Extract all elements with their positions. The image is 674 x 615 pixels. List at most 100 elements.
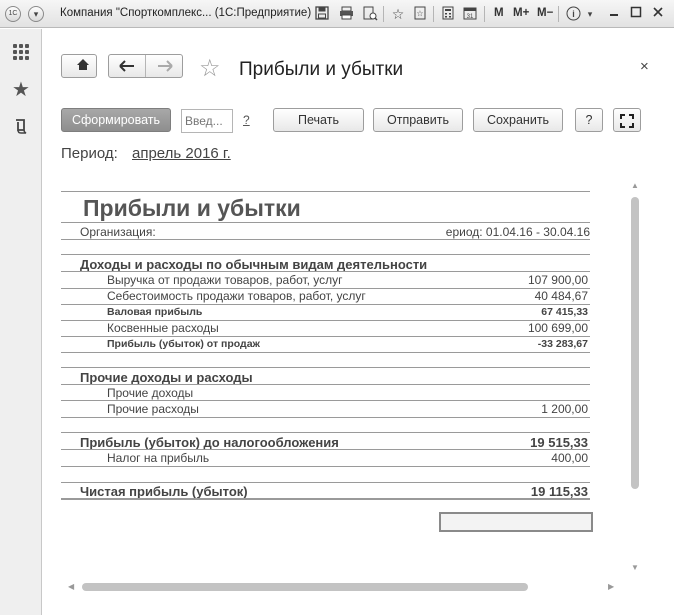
back-button[interactable] <box>109 55 146 77</box>
close-icon[interactable]: × <box>640 58 649 75</box>
section-heading: Доходы и расходы по обычным видам деятел… <box>80 257 428 272</box>
bookmark-icon[interactable]: ☆ <box>412 6 428 22</box>
section-heading: Прочие доходы и расходы <box>80 370 253 385</box>
table-row-value: 100 699,00 <box>527 321 588 335</box>
cell-summary-field[interactable] <box>439 512 593 532</box>
report-period-text: ериод: 01.04.16 - 30.04.16 <box>445 225 590 239</box>
table-row-label: Налог на прибыль <box>107 451 210 465</box>
scroll-down-arrow-icon[interactable]: ▼ <box>631 563 639 572</box>
window-titlebar: 1С ▾ Компания "Спорткомплекс... (1С:Пред… <box>0 0 674 28</box>
print-button[interactable]: Печать <box>273 108 364 132</box>
fullscreen-icon <box>620 114 634 128</box>
history-icon[interactable] <box>10 117 32 139</box>
app-logo-icon[interactable]: 1С <box>5 6 21 22</box>
divider <box>61 482 590 483</box>
menu-grid-icon[interactable] <box>10 41 32 63</box>
divider <box>61 304 590 305</box>
info-chevron-icon[interactable]: ▾ <box>582 6 598 22</box>
table-row-label: Себестоимость продажи товаров, работ, ус… <box>107 289 366 303</box>
minimize-icon[interactable] <box>606 6 622 22</box>
table-row-label: Косвенные расходы <box>107 321 219 335</box>
table-row-value: 107 900,00 <box>527 273 588 287</box>
star-icon[interactable]: ☆ <box>199 54 221 83</box>
memory-plus-button[interactable]: M+ <box>513 7 529 19</box>
svg-text:i: i <box>572 9 575 19</box>
divider <box>61 466 590 467</box>
divider <box>61 367 590 368</box>
calendar-icon[interactable]: 31 <box>462 6 478 22</box>
table-row-label: Прочие доходы <box>107 386 194 400</box>
table-row-value: 400,00 <box>551 451 588 465</box>
toolbar-separator <box>433 6 434 22</box>
section-heading: Прибыль (убыток) до налогообложения <box>80 435 339 450</box>
forward-arrow-icon <box>158 60 173 72</box>
divider <box>61 239 590 240</box>
table-row-label: Валовая прибыль <box>107 306 203 318</box>
add-to-favorites-icon[interactable]: ☆ <box>390 6 406 22</box>
scroll-right-arrow-icon[interactable]: ▶ <box>608 582 614 591</box>
save-disk-icon[interactable] <box>314 6 330 22</box>
table-row-label: Прибыль (убыток) от продаж <box>107 338 260 350</box>
favorites-star-icon[interactable]: ★ <box>10 79 32 101</box>
maximize-icon[interactable] <box>628 6 644 22</box>
divider <box>61 432 590 433</box>
divider <box>61 400 590 401</box>
vertical-scrollbar-thumb[interactable] <box>631 197 639 489</box>
fullscreen-button[interactable] <box>613 108 641 132</box>
divider <box>61 449 590 450</box>
scroll-up-arrow-icon[interactable]: ▲ <box>631 181 639 190</box>
navigation-buttons <box>108 54 183 78</box>
divider <box>61 352 590 353</box>
table-row-value: 67 415,33 <box>541 306 588 318</box>
report-title: Прибыли и убытки <box>83 195 301 221</box>
memory-m-button[interactable]: M <box>494 7 504 19</box>
horizontal-scrollbar-thumb[interactable] <box>82 583 528 591</box>
window-title: Компания "Спорткомплекс... (1С:Предприят… <box>60 7 312 19</box>
table-row-label: Прочие расходы <box>107 402 199 416</box>
form-title: Прибыли и убытки <box>239 59 404 80</box>
period-link[interactable]: апрель 2016 г. <box>132 145 231 162</box>
divider <box>61 254 590 255</box>
home-icon <box>77 59 89 70</box>
home-button[interactable] <box>61 54 97 78</box>
send-button[interactable]: Отправить <box>373 108 463 132</box>
toolbar-separator <box>484 6 485 22</box>
help-button[interactable]: ? <box>575 108 603 132</box>
save-button[interactable]: Сохранить <box>473 108 563 132</box>
forward-button[interactable] <box>147 55 184 77</box>
window-close-icon[interactable] <box>650 6 666 22</box>
org-label: Организация: <box>80 225 156 239</box>
divider <box>61 498 590 500</box>
info-icon[interactable]: i <box>565 6 581 22</box>
section-total-value: 19 115,33 <box>530 484 588 499</box>
section-heading: Чистая прибыль (убыток) <box>80 484 248 499</box>
divider <box>61 191 590 192</box>
variant-input[interactable] <box>181 109 233 133</box>
divider <box>61 271 590 272</box>
divider <box>61 336 590 337</box>
sections-sidebar: ★ <box>0 29 42 615</box>
scroll-left-arrow-icon[interactable]: ◀ <box>68 582 74 591</box>
main-menu-chevron-icon[interactable]: ▾ <box>28 6 44 22</box>
print-icon[interactable] <box>338 6 354 22</box>
form-content: ☆ Прибыли и убытки × Сформировать ? Печа… <box>42 29 674 615</box>
section-total-value: 19 515,33 <box>530 435 588 450</box>
svg-text:31: 31 <box>467 14 474 20</box>
table-row-value: 1 200,00 <box>541 402 588 416</box>
table-row-value: 40 484,67 <box>534 289 588 303</box>
calculator-icon[interactable] <box>440 6 456 22</box>
preview-icon[interactable] <box>362 6 378 22</box>
svg-text:☆: ☆ <box>416 9 423 18</box>
back-arrow-icon <box>119 60 134 72</box>
period-label: Период: <box>61 145 118 162</box>
memory-minus-button[interactable]: M− <box>537 7 553 19</box>
divider <box>61 222 590 223</box>
toolbar-separator <box>558 6 559 22</box>
toolbar-separator <box>383 6 384 22</box>
divider <box>61 417 590 418</box>
divider <box>61 384 590 385</box>
table-row-value: -33 283,67 <box>537 338 588 350</box>
generate-button[interactable]: Сформировать <box>61 108 171 132</box>
question-link[interactable]: ? <box>243 113 250 127</box>
table-row-label: Выручка от продажи товаров, работ, услуг <box>107 273 343 287</box>
